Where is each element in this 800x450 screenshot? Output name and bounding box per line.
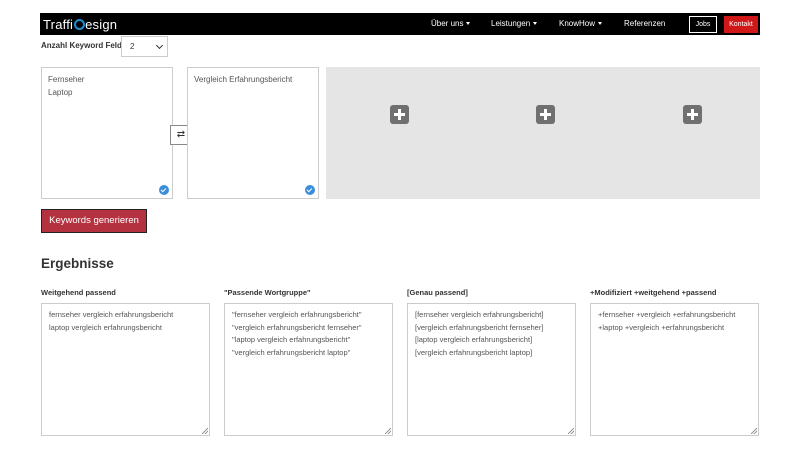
result-line: "fernseher vergleich erfahrungsbericht" bbox=[232, 310, 362, 319]
nav-knowhow[interactable]: KnowHow bbox=[559, 13, 603, 35]
result-line: laptop vergleich erfahrungsbericht bbox=[49, 322, 162, 332]
nav-leistungen-label: Leistungen bbox=[491, 19, 531, 28]
result-line: "vergleich erfahrungsbericht laptop" bbox=[232, 347, 351, 357]
keyword-line: Laptop bbox=[48, 88, 73, 97]
nav-leistungen[interactable]: Leistungen bbox=[491, 13, 538, 35]
plus-icon[interactable] bbox=[390, 105, 409, 124]
navbar: Traffi esign Über uns Leistungen KnowHow … bbox=[40, 13, 760, 35]
jobs-button[interactable]: Jobs bbox=[689, 16, 717, 33]
logo-text-b: esign bbox=[85, 16, 118, 32]
result-textarea-phrase[interactable]: "fernseher vergleich erfahrungsbericht" … bbox=[224, 303, 393, 436]
result-textarea-exact[interactable]: [fernseher vergleich erfahrungsbericht] … bbox=[407, 303, 576, 436]
keyword-line: Fernseher bbox=[48, 75, 85, 84]
nav-ueber-uns-label: Über uns bbox=[431, 19, 464, 28]
result-textarea-modified[interactable]: +fernseher +vergleich +erfahrungsbericht… bbox=[590, 303, 759, 436]
nav-referenzen-label: Referenzen bbox=[624, 19, 666, 28]
result-line: "vergleich erfahrungsbericht fernseher" bbox=[232, 322, 362, 332]
result-line: "laptop vergleich erfahrungsbericht" bbox=[232, 335, 351, 344]
resize-grip-icon[interactable] bbox=[568, 428, 574, 434]
result-line: [vergleich erfahrungsbericht fernseher] bbox=[415, 322, 544, 332]
logo-o-icon bbox=[74, 18, 86, 30]
logo[interactable]: Traffi esign bbox=[43, 16, 117, 32]
chevron-down-icon bbox=[155, 41, 164, 50]
logo-text-a: Traffi bbox=[43, 16, 74, 32]
result-line: +laptop +vergleich +erfahrungsbericht bbox=[598, 322, 725, 332]
check-icon bbox=[159, 185, 169, 195]
result-line: [fernseher vergleich erfahrungsbericht] bbox=[415, 310, 544, 319]
caret-down-icon bbox=[466, 22, 471, 26]
nav-knowhow-label: KnowHow bbox=[559, 19, 596, 28]
result-line: [vergleich erfahrungsbericht laptop] bbox=[415, 347, 533, 357]
resize-grip-icon[interactable] bbox=[202, 428, 208, 434]
result-textarea-broad[interactable]: fernseher vergleich erfahrungsbericht la… bbox=[41, 303, 210, 436]
plus-icon[interactable] bbox=[536, 105, 555, 124]
result-label-phrase: "Passende Wortgruppe" bbox=[224, 288, 311, 297]
plus-icon[interactable] bbox=[683, 105, 702, 124]
keyword-line: Vergleich Erfahrungsbericht bbox=[194, 75, 293, 84]
keyword-count-label: Anzahl Keyword Felder: bbox=[41, 41, 133, 50]
check-icon bbox=[305, 185, 315, 195]
resize-grip-icon[interactable] bbox=[385, 428, 391, 434]
result-line: fernseher vergleich erfahrungsbericht bbox=[49, 310, 174, 319]
results-title: Ergebnisse bbox=[41, 256, 114, 271]
keyword-field-2[interactable]: Vergleich Erfahrungsbericht bbox=[187, 67, 319, 199]
generate-keywords-button[interactable]: Keywords generieren bbox=[41, 209, 147, 233]
caret-down-icon bbox=[598, 22, 603, 26]
result-line: [laptop vergleich erfahrungsbericht] bbox=[415, 335, 533, 344]
result-line: +fernseher +vergleich +erfahrungsbericht bbox=[598, 310, 736, 319]
nav-referenzen[interactable]: Referenzen bbox=[624, 13, 665, 35]
result-label-exact: [Genau passend] bbox=[407, 288, 468, 297]
caret-down-icon bbox=[533, 22, 538, 26]
keyword-count-select[interactable]: 2 bbox=[121, 36, 168, 57]
add-field-area bbox=[326, 67, 760, 199]
resize-grip-icon[interactable] bbox=[751, 428, 757, 434]
nav-ueber-uns[interactable]: Über uns bbox=[431, 13, 471, 35]
kontakt-button[interactable]: Kontakt bbox=[724, 16, 758, 33]
result-label-modified: +Modifiziert +weitgehend +passend bbox=[590, 288, 717, 297]
keyword-count-value: 2 bbox=[130, 42, 135, 51]
result-label-broad: Weitgehend passend bbox=[41, 288, 116, 297]
keyword-field-1[interactable]: Fernseher Laptop bbox=[41, 67, 173, 199]
